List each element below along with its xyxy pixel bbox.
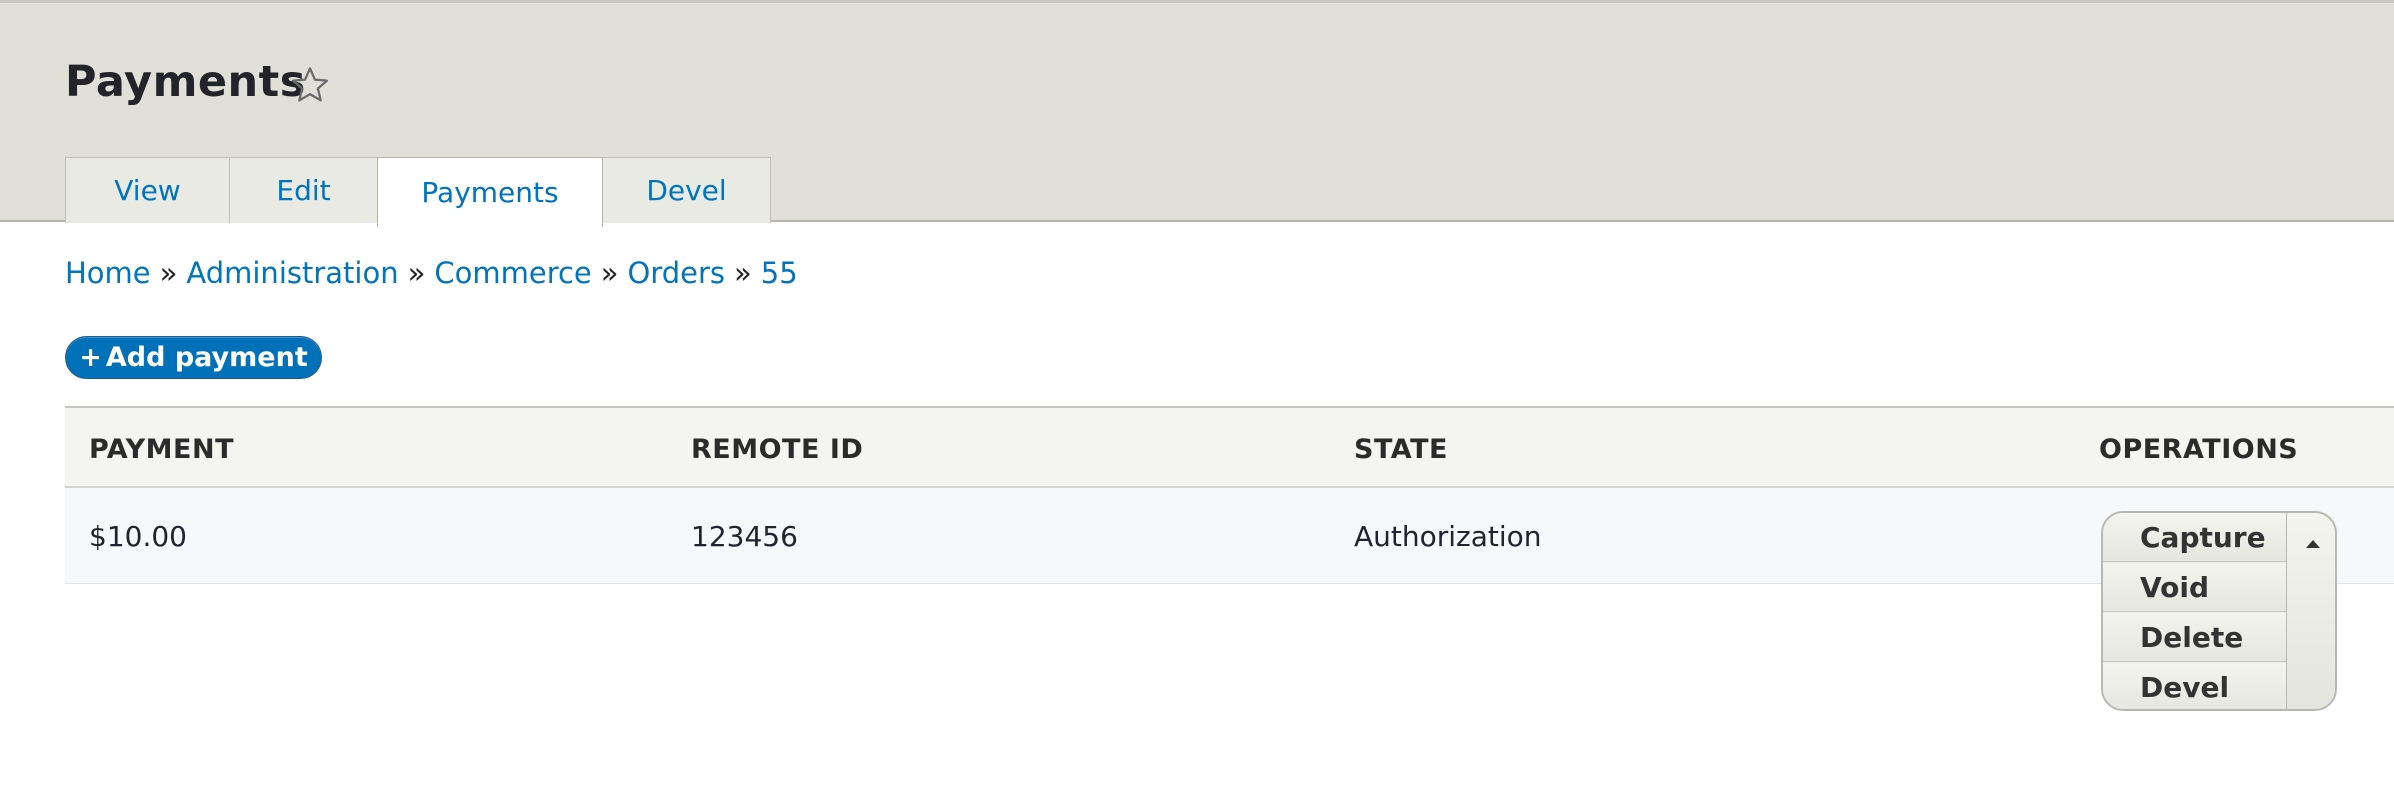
caret-up-icon [2306,540,2320,548]
cell-state: Authorization [1354,520,1542,553]
breadcrumb-orders[interactable]: Orders [628,256,726,290]
operation-devel[interactable]: Devel [2103,663,2286,709]
breadcrumb-commerce[interactable]: Commerce [434,256,591,290]
breadcrumb-home[interactable]: Home [65,256,151,290]
column-header-state[interactable]: State [1354,434,1448,465]
plus-icon: + [79,342,102,373]
breadcrumb-separator: » [159,256,178,290]
cell-payment-amount: $10.00 [89,520,187,553]
column-header-operations: Operations [2099,434,2299,465]
primary-tabs: View Edit Payments Devel [65,157,771,227]
column-header-remote-id[interactable]: Remote ID [691,434,863,465]
breadcrumb: Home» Administration» Commerce» Orders» 55 [65,256,798,290]
operation-delete[interactable]: Delete [2103,613,2286,662]
breadcrumb-administration[interactable]: Administration [186,256,398,290]
operation-capture[interactable]: Capture [2103,513,2286,562]
cell-remote-id: 123456 [691,520,798,553]
table-header: Payment Remote ID State Operations [65,406,2394,488]
table-row: $10.00 123456 Authorization [65,488,2394,584]
breadcrumb-separator: » [407,256,426,290]
tab-view[interactable]: View [65,157,230,223]
breadcrumb-separator: » [600,256,619,290]
add-payment-button[interactable]: + Add payment [65,336,322,379]
tab-payments[interactable]: Payments [377,157,603,227]
operation-void[interactable]: Void [2103,563,2286,612]
tab-devel[interactable]: Devel [602,157,771,223]
star-outline-icon[interactable] [289,64,331,106]
tab-edit[interactable]: Edit [229,157,378,223]
breadcrumb-order-55[interactable]: 55 [761,256,798,290]
operations-dropbutton: Capture Void Delete Devel [2101,511,2337,711]
page-header: Payments View Edit Payments Devel [0,0,2394,227]
add-payment-label: Add payment [105,342,308,373]
operations-toggle[interactable] [2286,513,2335,709]
page-title: Payments [65,57,306,107]
column-header-payment[interactable]: Payment [89,434,234,465]
breadcrumb-separator: » [734,256,752,290]
